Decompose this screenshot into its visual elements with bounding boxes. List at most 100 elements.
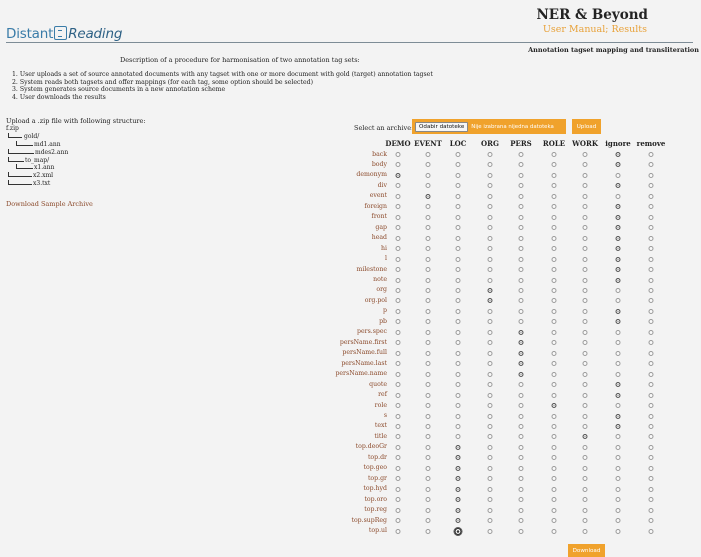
radio-remove[interactable] xyxy=(648,287,654,293)
radio-work[interactable] xyxy=(582,486,588,492)
radio-work[interactable] xyxy=(582,246,588,252)
radio-org[interactable] xyxy=(487,486,493,492)
radio-loc[interactable] xyxy=(455,465,461,471)
choose-file-button[interactable]: Odabir datoteke xyxy=(415,121,469,132)
radio-event[interactable] xyxy=(425,267,431,273)
radio-role[interactable] xyxy=(551,287,557,293)
radio-role[interactable] xyxy=(551,455,557,461)
radio-remove[interactable] xyxy=(648,507,654,513)
radio-role[interactable] xyxy=(551,172,557,178)
radio-pers[interactable] xyxy=(518,319,524,325)
radio-role[interactable] xyxy=(551,423,557,429)
radio-remove[interactable] xyxy=(648,423,654,429)
radio-org[interactable] xyxy=(487,382,493,388)
radio-work[interactable] xyxy=(582,267,588,273)
radio-demo[interactable] xyxy=(395,287,401,293)
radio-pers[interactable] xyxy=(518,528,524,534)
radio-role[interactable] xyxy=(551,152,557,157)
radio-demo[interactable] xyxy=(395,204,401,210)
radio-demo[interactable] xyxy=(395,528,401,534)
radio-ignore[interactable] xyxy=(615,403,621,409)
radio-demo[interactable] xyxy=(395,476,401,482)
radio-demo[interactable] xyxy=(395,152,401,157)
radio-org[interactable] xyxy=(487,235,493,241)
radio-org[interactable] xyxy=(487,476,493,482)
radio-pers[interactable] xyxy=(518,403,524,409)
radio-pers[interactable] xyxy=(518,350,524,356)
radio-work[interactable] xyxy=(582,361,588,367)
radio-role[interactable] xyxy=(551,214,557,220)
radio-pers[interactable] xyxy=(518,413,524,419)
radio-event[interactable] xyxy=(425,528,431,534)
radio-org[interactable] xyxy=(487,193,493,199)
radio-ignore[interactable] xyxy=(615,267,621,273)
radio-org[interactable] xyxy=(487,277,493,283)
radio-remove[interactable] xyxy=(648,319,654,325)
radio-event[interactable] xyxy=(425,486,431,492)
radio-role[interactable] xyxy=(551,340,557,346)
radio-pers[interactable] xyxy=(518,193,524,199)
radio-demo[interactable] xyxy=(395,434,401,440)
download-sample-archive-link[interactable]: Download Sample Archive xyxy=(6,200,93,208)
radio-work[interactable] xyxy=(582,497,588,503)
radio-org[interactable] xyxy=(487,162,493,168)
radio-pers[interactable] xyxy=(518,277,524,283)
radio-org[interactable] xyxy=(487,298,493,304)
radio-event[interactable] xyxy=(425,183,431,189)
radio-remove[interactable] xyxy=(648,308,654,314)
radio-work[interactable] xyxy=(582,507,588,513)
radio-event[interactable] xyxy=(425,413,431,419)
radio-org[interactable] xyxy=(487,361,493,367)
radio-ignore[interactable] xyxy=(615,340,621,346)
radio-role[interactable] xyxy=(551,486,557,492)
radio-event[interactable] xyxy=(425,204,431,210)
radio-role[interactable] xyxy=(551,413,557,419)
radio-event[interactable] xyxy=(425,497,431,503)
radio-pers[interactable] xyxy=(518,172,524,178)
radio-pers[interactable] xyxy=(518,455,524,461)
radio-org[interactable] xyxy=(487,225,493,231)
radio-pers[interactable] xyxy=(518,298,524,304)
radio-org[interactable] xyxy=(487,371,493,377)
radio-loc[interactable] xyxy=(455,340,461,346)
radio-org[interactable] xyxy=(487,329,493,335)
radio-pers[interactable] xyxy=(518,371,524,377)
radio-pers[interactable] xyxy=(518,246,524,252)
radio-role[interactable] xyxy=(551,528,557,534)
radio-loc[interactable] xyxy=(455,392,461,398)
radio-role[interactable] xyxy=(551,256,557,262)
radio-loc[interactable] xyxy=(455,361,461,367)
radio-ignore[interactable] xyxy=(615,476,621,482)
radio-role[interactable] xyxy=(551,403,557,409)
radio-pers[interactable] xyxy=(518,518,524,524)
radio-role[interactable] xyxy=(551,350,557,356)
radio-ignore[interactable] xyxy=(615,183,621,189)
radio-org[interactable] xyxy=(487,434,493,440)
radio-demo[interactable] xyxy=(395,183,401,189)
radio-pers[interactable] xyxy=(518,465,524,471)
radio-work[interactable] xyxy=(582,350,588,356)
radio-work[interactable] xyxy=(582,382,588,388)
radio-event[interactable] xyxy=(425,518,431,524)
radio-event[interactable] xyxy=(425,507,431,513)
radio-demo[interactable] xyxy=(395,340,401,346)
radio-demo[interactable] xyxy=(395,371,401,377)
radio-loc[interactable] xyxy=(455,423,461,429)
radio-loc[interactable] xyxy=(455,256,461,262)
radio-loc[interactable] xyxy=(455,152,461,157)
radio-org[interactable] xyxy=(487,256,493,262)
radio-org[interactable] xyxy=(487,287,493,293)
radio-work[interactable] xyxy=(582,392,588,398)
radio-ignore[interactable] xyxy=(615,361,621,367)
radio-work[interactable] xyxy=(582,403,588,409)
radio-loc[interactable] xyxy=(455,403,461,409)
radio-role[interactable] xyxy=(551,392,557,398)
radio-org[interactable] xyxy=(487,183,493,189)
radio-loc[interactable] xyxy=(455,486,461,492)
radio-demo[interactable] xyxy=(395,465,401,471)
radio-role[interactable] xyxy=(551,444,557,450)
radio-remove[interactable] xyxy=(648,162,654,168)
radio-pers[interactable] xyxy=(518,476,524,482)
radio-demo[interactable] xyxy=(395,193,401,199)
radio-org[interactable] xyxy=(487,214,493,220)
